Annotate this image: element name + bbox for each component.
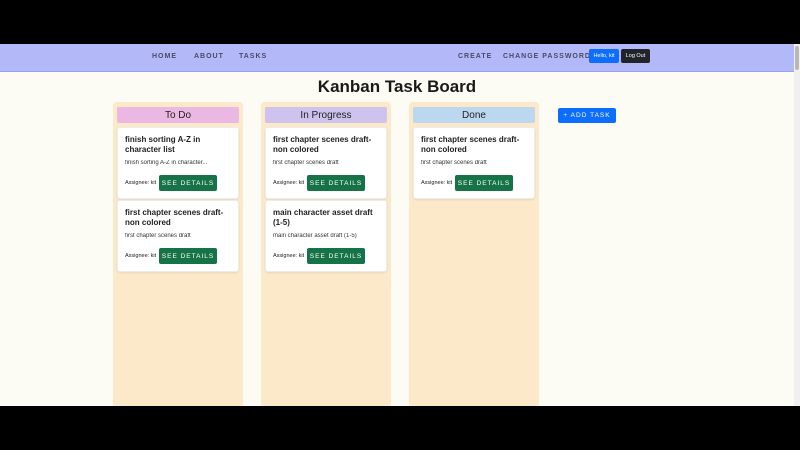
task-card: main character asset draft (1-5) main ch… xyxy=(265,200,387,272)
task-card: finish sorting A-Z in character list fin… xyxy=(117,127,239,199)
column-in-progress: In Progress first chapter scenes draft- … xyxy=(261,102,391,406)
task-card-description: first chapter scenes draft xyxy=(273,160,339,166)
logout-button[interactable]: Log Out xyxy=(621,49,650,63)
nav-about-link[interactable]: ABOUT xyxy=(194,53,224,60)
task-card-assignee: Assignee: kit xyxy=(273,180,305,186)
scrollbar-thumb[interactable] xyxy=(795,46,799,70)
page-scrollbar[interactable] xyxy=(794,44,800,406)
task-card-description: finish sorting A-Z in character... xyxy=(125,160,208,166)
task-card-assignee: Assignee: kit xyxy=(273,253,305,259)
task-card-assignee: Assignee: kit xyxy=(421,180,453,186)
nav-home-link[interactable]: HOME xyxy=(152,53,177,60)
see-details-button[interactable]: SEE DETAILS xyxy=(307,248,365,264)
task-card: first chapter scenes draft- non colored … xyxy=(117,200,239,272)
task-card-description: first chapter scenes draft xyxy=(421,160,487,166)
column-header-todo: To Do xyxy=(117,107,239,123)
task-card: first chapter scenes draft- non colored … xyxy=(265,127,387,199)
task-card: first chapter scenes draft- non colored … xyxy=(413,127,535,199)
column-done: Done first chapter scenes draft- non col… xyxy=(409,102,539,406)
task-card-title: finish sorting A-Z in character list xyxy=(125,135,201,154)
task-card-title: first chapter scenes draft- non colored xyxy=(421,135,520,154)
task-card-title: main character asset draft (1-5) xyxy=(273,208,373,227)
task-card-title: first chapter scenes draft- non colored xyxy=(273,135,372,154)
add-task-button[interactable]: + ADD TASK xyxy=(558,108,616,123)
task-card-assignee: Assignee: kit xyxy=(125,253,157,259)
see-details-button[interactable]: SEE DETAILS xyxy=(307,175,365,191)
column-header-done: Done xyxy=(413,107,535,123)
task-card-description: first chapter scenes draft xyxy=(125,233,191,239)
page-title: Kanban Task Board xyxy=(317,77,477,96)
navbar: HOME ABOUT TASKS CREATE CHANGE PASSWORD … xyxy=(0,44,794,72)
see-details-button[interactable]: SEE DETAILS xyxy=(159,248,217,264)
column-todo: To Do finish sorting A-Z in character li… xyxy=(113,102,243,406)
nav-change-password-link[interactable]: CHANGE PASSWORD xyxy=(503,53,591,60)
task-card-description: main character asset draft (1-5) xyxy=(273,233,357,239)
nav-create-link[interactable]: CREATE xyxy=(458,53,492,60)
nav-tasks-link[interactable]: TASKS xyxy=(239,53,267,60)
column-header-in-progress: In Progress xyxy=(265,107,387,123)
task-card-title: first chapter scenes draft- non colored xyxy=(125,208,224,227)
see-details-button[interactable]: SEE DETAILS xyxy=(159,175,217,191)
hello-user-button[interactable]: Hello, kit xyxy=(589,49,619,63)
app-viewport: HOME ABOUT TASKS CREATE CHANGE PASSWORD … xyxy=(0,44,800,406)
task-card-assignee: Assignee: kit xyxy=(125,180,157,186)
see-details-button[interactable]: SEE DETAILS xyxy=(455,175,513,191)
